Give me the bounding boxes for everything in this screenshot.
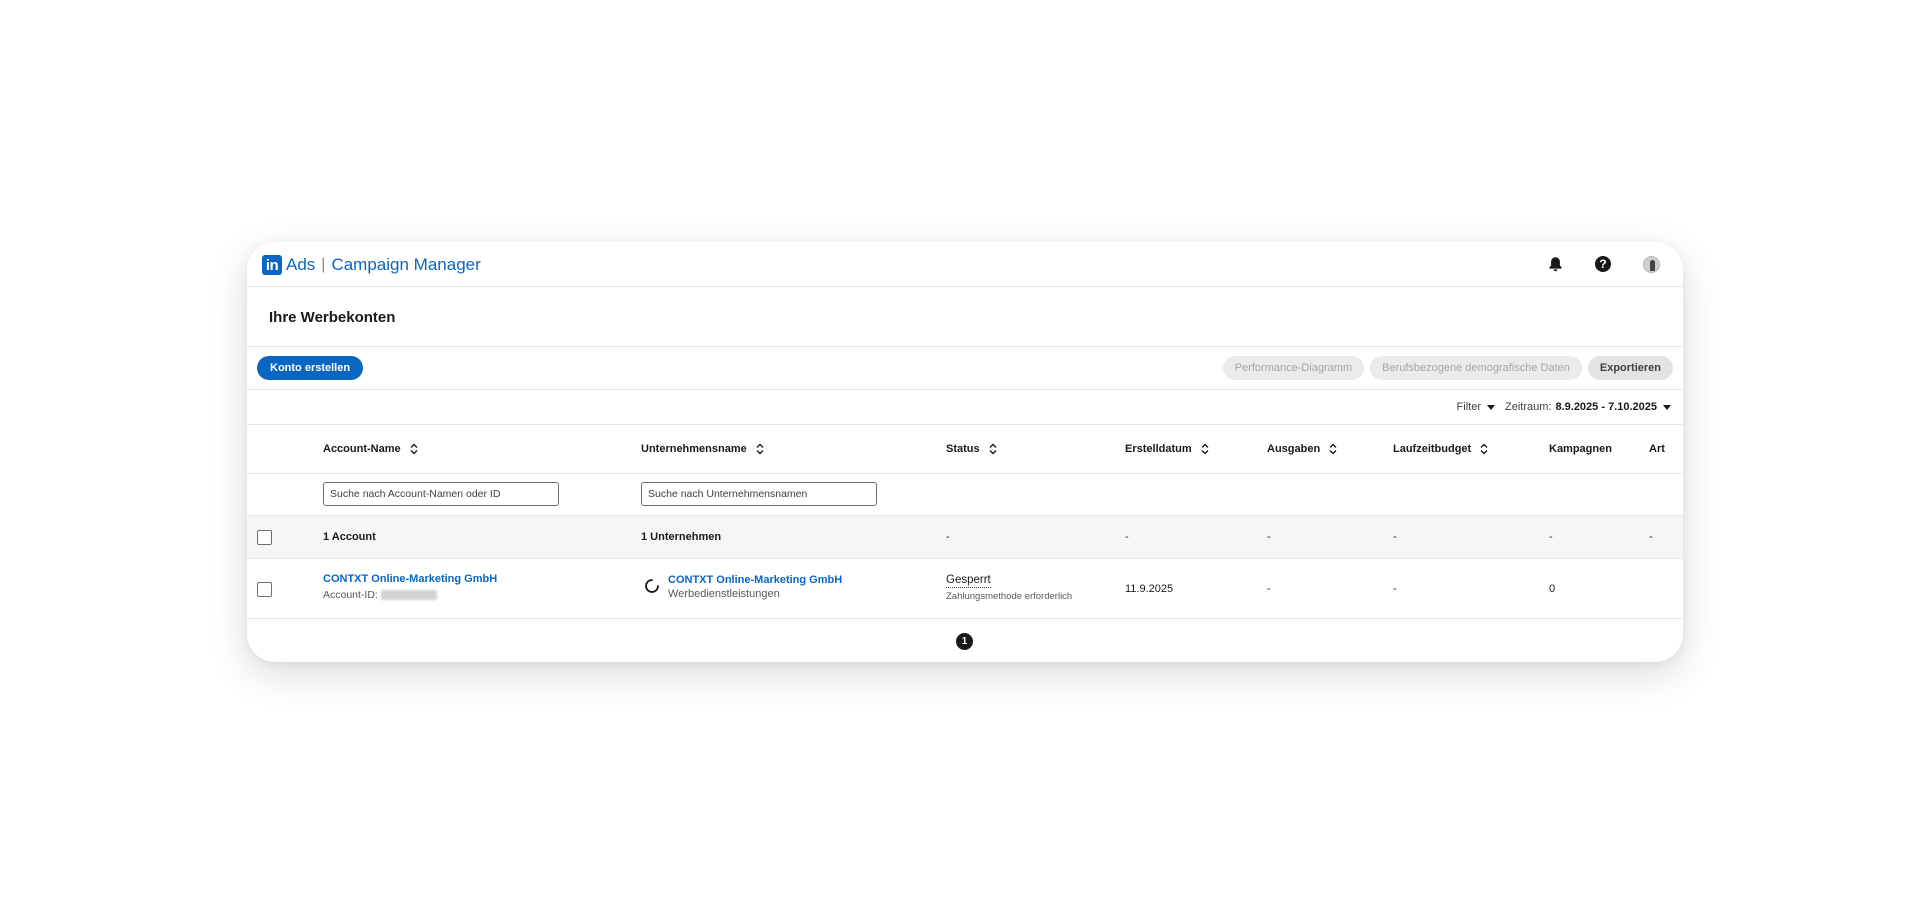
date-range-label: Zeitraum: <box>1505 401 1552 413</box>
app-title: Campaign Manager <box>331 255 481 274</box>
row-checkbox[interactable] <box>257 582 272 597</box>
summary-status: - <box>946 531 950 543</box>
company-search-input[interactable] <box>641 482 877 506</box>
help-icon[interactable]: ? <box>1593 254 1613 274</box>
summary-type: - <box>1649 531 1653 543</box>
column-header-campaigns[interactable]: Kampagnen <box>1549 443 1612 455</box>
summary-account-count: 1 Account <box>323 531 376 543</box>
select-all-checkbox[interactable] <box>257 530 272 545</box>
column-header-account-name[interactable]: Account-Name <box>323 443 419 455</box>
company-industry: Werbedienstleistungen <box>668 588 780 600</box>
table-search-row <box>247 474 1683 516</box>
sort-icon <box>756 443 764 455</box>
caret-down-icon <box>1663 404 1671 410</box>
sort-icon <box>1480 443 1488 455</box>
status-badge[interactable]: Gesperrt <box>946 574 991 588</box>
page-title: Ihre Werbekonten <box>269 309 396 326</box>
table-summary-row: 1 Account 1 Unternehmen - - - - - - <box>247 516 1683 559</box>
create-account-button[interactable]: Konto erstellen <box>257 356 364 380</box>
company-name-link[interactable]: CONTXT Online-Marketing GmbH <box>668 574 842 586</box>
loading-spinner-icon <box>645 579 659 593</box>
page-header: Ihre Werbekonten <box>247 287 1683 347</box>
date-range-dropdown[interactable]: Zeitraum: 8.9.2025 - 7.10.2025 <box>1505 401 1671 413</box>
page-button-current[interactable]: 1 <box>956 633 973 650</box>
table-header-row: Account-Name Unternehmensname Status Ers… <box>247 425 1683 474</box>
column-header-status[interactable]: Status <box>946 443 998 455</box>
date-range-value: 8.9.2025 - 7.10.2025 <box>1555 401 1657 413</box>
table-row: CONTXT Online-Marketing GmbH Account-ID:… <box>247 559 1683 619</box>
created-date: 11.9.2025 <box>1125 583 1174 595</box>
summary-spend: - <box>1267 531 1271 543</box>
sort-icon <box>1201 443 1209 455</box>
campaign-manager-window: in Ads | Campaign Manager ? Ihre Werbeko… <box>247 242 1683 662</box>
column-header-lifetime-budget[interactable]: Laufzeitbudget <box>1393 443 1489 455</box>
pagination: 1 <box>247 619 1683 662</box>
filter-label: Filter <box>1456 401 1481 413</box>
sort-icon <box>410 443 418 455</box>
filter-dropdown[interactable]: Filter <box>1457 401 1495 413</box>
sort-icon <box>989 443 997 455</box>
linkedin-ads-logo[interactable]: in Ads | Campaign Manager <box>262 255 481 275</box>
product-name: Ads <box>286 255 316 274</box>
caret-down-icon <box>1487 404 1495 410</box>
filter-bar: Filter Zeitraum: 8.9.2025 - 7.10.2025 <box>247 390 1683 425</box>
summary-company-count: 1 Unternehmen <box>641 531 722 543</box>
summary-budget: - <box>1393 531 1397 543</box>
budget-value: - <box>1393 583 1397 595</box>
account-name-link[interactable]: CONTXT Online-Marketing GmbH <box>323 573 497 585</box>
top-navigation-bar: in Ads | Campaign Manager ? <box>247 242 1683 287</box>
column-header-company-name[interactable]: Unternehmensname <box>641 443 765 455</box>
column-header-created-date[interactable]: Erstelldatum <box>1125 443 1210 455</box>
redacted-account-id <box>380 590 437 601</box>
spend-value: - <box>1267 583 1271 595</box>
column-header-spend[interactable]: Ausgaben <box>1267 443 1338 455</box>
sort-icon <box>1329 443 1337 455</box>
performance-chart-button[interactable]: Performance-Diagramm <box>1222 356 1365 380</box>
demographics-button[interactable]: Berufsbezogene demografische Daten <box>1370 356 1582 380</box>
export-button[interactable]: Exportieren <box>1587 356 1673 380</box>
summary-created: - <box>1125 531 1129 543</box>
notifications-bell-icon[interactable] <box>1545 254 1565 274</box>
actions-toolbar: Konto erstellen Performance-Diagramm Ber… <box>247 347 1683 390</box>
column-header-type[interactable]: Art <box>1649 443 1665 455</box>
campaigns-count: 0 <box>1549 583 1556 595</box>
status-detail: Zahlungsmethode erforderlich <box>946 591 1073 602</box>
account-id: Account-ID: <box>323 589 497 601</box>
summary-campaigns: - <box>1549 531 1553 543</box>
logo-separator: | <box>321 256 326 273</box>
profile-avatar[interactable] <box>1641 254 1661 274</box>
linkedin-logo-icon: in <box>262 255 282 275</box>
account-search-input[interactable] <box>323 482 559 506</box>
